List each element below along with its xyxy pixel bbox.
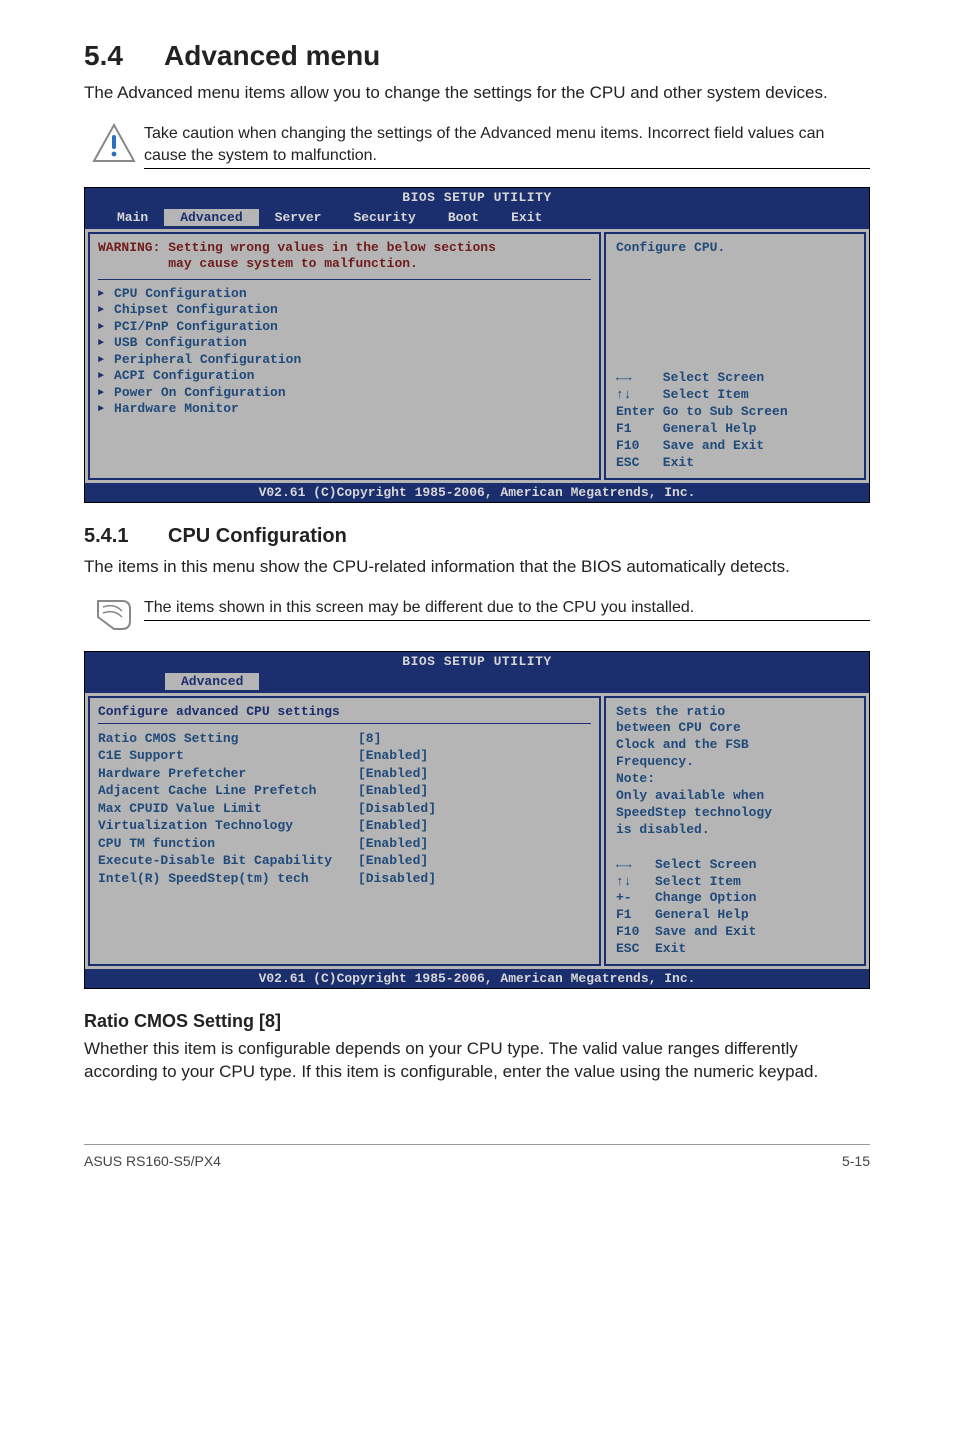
setting-key: C1E Support	[98, 747, 358, 765]
subsection-number: 5.4.1	[84, 525, 168, 548]
bios-menubar: Advanced	[85, 671, 869, 693]
setting-key: Execute-Disable Bit Capability	[98, 852, 358, 870]
tab-security[interactable]: Security	[337, 209, 431, 226]
setting-key: Intel(R) SpeedStep(tm) tech	[98, 870, 358, 888]
bios-help-keys: ←→ Select Screen ↑↓ Select Item +- Chang…	[616, 857, 854, 958]
list-item-label: CPU Configuration	[114, 286, 247, 301]
note-icon	[92, 597, 136, 633]
setting-heading: Ratio CMOS Setting [8]	[84, 1011, 870, 1032]
setting-row[interactable]: Max CPUID Value Limit[Disabled]	[98, 800, 591, 818]
list-item-label: ACPI Configuration	[114, 368, 254, 383]
setting-key: Ratio CMOS Setting	[98, 730, 358, 748]
setting-value: [Enabled]	[358, 782, 428, 800]
list-item-label: Chipset Configuration	[114, 302, 278, 317]
list-item[interactable]: CPU Configuration	[98, 286, 591, 303]
setting-value: [Enabled]	[358, 852, 428, 870]
setting-row[interactable]: Intel(R) SpeedStep(tm) tech[Disabled]	[98, 870, 591, 888]
setting-key: CPU TM function	[98, 835, 358, 853]
caution-icon	[92, 123, 136, 163]
setting-value: [Enabled]	[358, 817, 428, 835]
setting-value: [Enabled]	[358, 747, 428, 765]
bios-help-text: Configure CPU.	[616, 240, 854, 257]
list-item-label: Peripheral Configuration	[114, 352, 301, 367]
setting-row[interactable]: Virtualization Technology[Enabled]	[98, 817, 591, 835]
setting-row[interactable]: Adjacent Cache Line Prefetch[Enabled]	[98, 782, 591, 800]
setting-key: Max CPUID Value Limit	[98, 800, 358, 818]
footer-left: ASUS RS160-S5/PX4	[84, 1153, 221, 1169]
setting-row[interactable]: Execute-Disable Bit Capability[Enabled]	[98, 852, 591, 870]
bios-screen-cpu-config: BIOS SETUP UTILITY Advanced Configure ad…	[84, 651, 870, 989]
setting-row[interactable]: Hardware Prefetcher[Enabled]	[98, 765, 591, 783]
list-item-label: Power On Configuration	[114, 385, 286, 400]
setting-value: [Enabled]	[358, 835, 428, 853]
list-item[interactable]: Hardware Monitor	[98, 401, 591, 418]
section-number: 5.4	[84, 40, 164, 72]
bios-menubar: Main Advanced Server Security Boot Exit	[85, 207, 869, 229]
setting-key: Hardware Prefetcher	[98, 765, 358, 783]
bios-help-keys: ←→ Select Screen ↑↓ Select Item Enter Go…	[616, 370, 854, 471]
tab-exit[interactable]: Exit	[495, 209, 558, 226]
list-item[interactable]: ACPI Configuration	[98, 368, 591, 385]
list-item[interactable]: Chipset Configuration	[98, 302, 591, 319]
tab-server[interactable]: Server	[259, 209, 338, 226]
list-item-label: Hardware Monitor	[114, 401, 239, 416]
bios-advanced-list: CPU Configuration Chipset Configuration …	[98, 286, 591, 418]
list-item[interactable]: PCI/PnP Configuration	[98, 319, 591, 336]
bios-footer: V02.61 (C)Copyright 1985-2006, American …	[85, 969, 869, 988]
setting-row[interactable]: Ratio CMOS Setting[8]	[98, 730, 591, 748]
bios-warning: WARNING: Setting wrong values in the bel…	[98, 240, 591, 280]
bios-panel-title: Configure advanced CPU settings	[98, 704, 591, 724]
divider	[144, 168, 870, 169]
divider	[144, 620, 870, 621]
setting-value: [Disabled]	[358, 800, 436, 818]
bios-title: BIOS SETUP UTILITY	[85, 652, 869, 671]
list-item[interactable]: Peripheral Configuration	[98, 352, 591, 369]
bios-help-text: Sets the ratio between CPU Core Clock an…	[616, 704, 854, 839]
caution-text: Take caution when changing the settings …	[144, 123, 870, 166]
setting-key: Virtualization Technology	[98, 817, 358, 835]
note-text: The items shown in this screen may be di…	[144, 597, 870, 619]
bios-title: BIOS SETUP UTILITY	[85, 188, 869, 207]
intro-paragraph: The Advanced menu items allow you to cha…	[84, 82, 870, 105]
setting-value: [8]	[358, 730, 381, 748]
tab-boot[interactable]: Boot	[432, 209, 495, 226]
footer-right: 5-15	[842, 1153, 870, 1169]
subsection-title: CPU Configuration	[168, 525, 347, 547]
setting-row[interactable]: C1E Support[Enabled]	[98, 747, 591, 765]
note-callout: The items shown in this screen may be di…	[84, 597, 870, 633]
bios-warning-l1: WARNING: Setting wrong values in the bel…	[98, 240, 496, 255]
list-item[interactable]: Power On Configuration	[98, 385, 591, 402]
list-item-label: USB Configuration	[114, 335, 247, 350]
tab-advanced[interactable]: Advanced	[164, 209, 258, 226]
bios-footer: V02.61 (C)Copyright 1985-2006, American …	[85, 483, 869, 502]
subsection-heading: 5.4.1CPU Configuration	[84, 525, 870, 548]
page-footer: ASUS RS160-S5/PX4 5-15	[84, 1144, 870, 1169]
setting-row[interactable]: CPU TM function[Enabled]	[98, 835, 591, 853]
section-title: Advanced menu	[164, 40, 380, 71]
list-item-label: PCI/PnP Configuration	[114, 319, 278, 334]
bios-warning-l2: may cause system to malfunction.	[98, 256, 418, 271]
setting-description: Whether this item is configurable depend…	[84, 1038, 870, 1084]
caution-callout: Take caution when changing the settings …	[84, 123, 870, 169]
list-item[interactable]: USB Configuration	[98, 335, 591, 352]
section-heading: 5.4Advanced menu	[84, 40, 870, 72]
setting-key: Adjacent Cache Line Prefetch	[98, 782, 358, 800]
setting-value: [Enabled]	[358, 765, 428, 783]
tab-main[interactable]: Main	[101, 209, 164, 226]
subsection-intro: The items in this menu show the CPU-rela…	[84, 556, 870, 579]
bios-screen-advanced: BIOS SETUP UTILITY Main Advanced Server …	[84, 187, 870, 503]
setting-value: [Disabled]	[358, 870, 436, 888]
tab-advanced[interactable]: Advanced	[165, 673, 259, 690]
